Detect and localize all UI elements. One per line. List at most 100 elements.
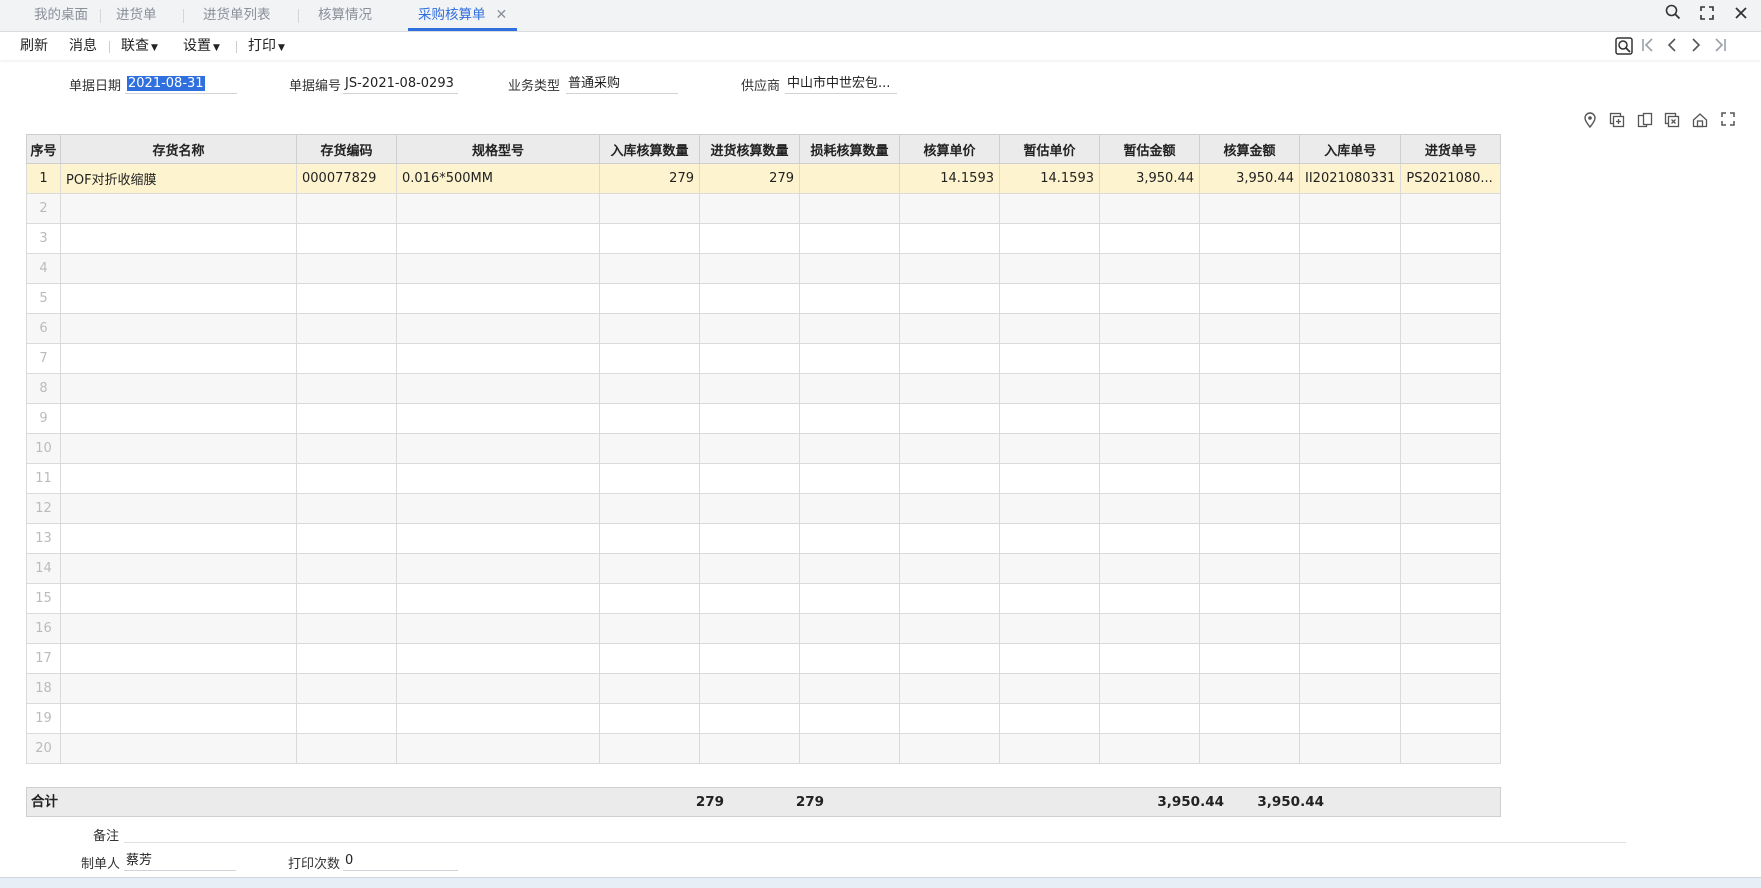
column-header[interactable]: 核算金额 (1199, 134, 1300, 164)
table-cell[interactable] (60, 583, 297, 614)
table-cell[interactable] (296, 643, 397, 674)
table-row[interactable]: 10 (26, 433, 1502, 464)
table-cell[interactable] (1298, 643, 1402, 674)
table-cell[interactable] (899, 253, 1000, 284)
table-cell[interactable] (1400, 673, 1502, 704)
table-cell[interactable] (799, 193, 900, 224)
table-cell[interactable] (999, 463, 1100, 494)
add-row-icon[interactable] (1608, 112, 1626, 130)
table-cell[interactable] (1199, 403, 1300, 434)
table-cell[interactable] (60, 673, 297, 704)
table-cell[interactable] (1400, 193, 1502, 224)
table-cell[interactable] (60, 733, 297, 764)
table-cell[interactable] (699, 643, 800, 674)
prev-page-icon[interactable] (1662, 37, 1682, 57)
table-cell[interactable] (1199, 343, 1300, 374)
table-cell[interactable] (396, 463, 600, 494)
table-cell[interactable] (296, 553, 397, 584)
table-cell[interactable] (1298, 463, 1402, 494)
table-cell[interactable]: 279 (699, 163, 800, 194)
table-cell[interactable] (60, 373, 297, 404)
table-cell[interactable] (1400, 433, 1502, 464)
biz-type-field[interactable]: 普通采购 (566, 74, 678, 94)
table-cell[interactable] (396, 613, 600, 644)
table-cell[interactable] (1400, 583, 1502, 614)
table-cell[interactable] (1400, 643, 1502, 674)
table-cell[interactable] (899, 583, 1000, 614)
table-cell[interactable]: 14.1593 (899, 163, 1000, 194)
table-cell[interactable] (699, 253, 800, 284)
table-cell[interactable] (60, 433, 297, 464)
table-cell[interactable] (799, 733, 900, 764)
table-cell[interactable] (599, 403, 700, 434)
table-cell[interactable] (60, 403, 297, 434)
table-cell[interactable] (396, 583, 600, 614)
table-cell[interactable] (1298, 193, 1402, 224)
table-cell[interactable] (699, 613, 800, 644)
table-cell[interactable] (296, 583, 397, 614)
table-cell[interactable] (799, 403, 900, 434)
table-cell[interactable] (1298, 613, 1402, 644)
table-cell[interactable] (296, 613, 397, 644)
table-cell[interactable] (396, 553, 600, 584)
table-cell[interactable] (1199, 253, 1300, 284)
table-cell[interactable] (1099, 673, 1200, 704)
table-cell[interactable] (699, 493, 800, 524)
table-cell[interactable]: 0.016*500MM (396, 163, 600, 194)
table-cell[interactable]: POF对折收缩膜 (60, 163, 297, 194)
table-cell[interactable] (899, 523, 1000, 554)
table-row[interactable]: 18 (26, 673, 1502, 704)
table-cell[interactable] (60, 283, 297, 314)
table-cell[interactable] (296, 373, 397, 404)
table-cell[interactable] (1099, 463, 1200, 494)
table-cell[interactable] (396, 733, 600, 764)
next-page-icon[interactable] (1686, 37, 1706, 57)
table-cell[interactable] (1099, 253, 1200, 284)
close-icon[interactable] (1730, 4, 1752, 26)
table-cell[interactable] (1099, 283, 1200, 314)
table-cell[interactable] (599, 553, 700, 584)
table-cell[interactable] (599, 583, 700, 614)
table-cell[interactable] (1199, 223, 1300, 254)
table-cell[interactable] (899, 733, 1000, 764)
table-cell[interactable] (899, 193, 1000, 224)
table-cell[interactable] (60, 463, 297, 494)
column-header[interactable]: 存货编码 (296, 134, 397, 164)
column-header[interactable]: 暂估单价 (999, 134, 1100, 164)
table-cell[interactable] (296, 733, 397, 764)
table-cell[interactable] (899, 613, 1000, 644)
table-cell[interactable] (396, 523, 600, 554)
table-cell[interactable] (799, 643, 900, 674)
table-row[interactable]: 3 (26, 223, 1502, 254)
table-cell[interactable] (1199, 463, 1300, 494)
table-cell[interactable] (1298, 343, 1402, 374)
table-cell[interactable] (999, 313, 1100, 344)
table-cell[interactable] (999, 283, 1100, 314)
table-cell[interactable] (60, 523, 297, 554)
table-cell[interactable] (1298, 373, 1402, 404)
table-cell[interactable] (799, 583, 900, 614)
table-cell[interactable] (1298, 673, 1402, 704)
table-cell[interactable] (396, 703, 600, 734)
table-row[interactable]: 8 (26, 373, 1502, 404)
table-cell[interactable] (1400, 553, 1502, 584)
table-cell[interactable] (699, 373, 800, 404)
linked-query-dropdown[interactable]: 联查 ▼ (121, 32, 158, 60)
column-header[interactable]: 存货名称 (60, 134, 297, 164)
table-cell[interactable] (699, 223, 800, 254)
column-header[interactable]: 进货核算数量 (699, 134, 800, 164)
doc-number-field[interactable]: JS-2021-08-0293 (343, 74, 458, 94)
table-cell[interactable] (1199, 733, 1300, 764)
table-cell[interactable] (799, 433, 900, 464)
table-cell[interactable] (396, 193, 600, 224)
table-cell[interactable] (799, 673, 900, 704)
table-cell[interactable] (1099, 403, 1200, 434)
table-cell[interactable] (999, 373, 1100, 404)
table-cell[interactable] (999, 583, 1100, 614)
table-cell[interactable] (799, 253, 900, 284)
table-cell[interactable] (599, 433, 700, 464)
table-cell[interactable]: 000077829 (296, 163, 397, 194)
table-cell[interactable] (699, 703, 800, 734)
table-cell[interactable] (1099, 523, 1200, 554)
table-cell[interactable] (296, 463, 397, 494)
